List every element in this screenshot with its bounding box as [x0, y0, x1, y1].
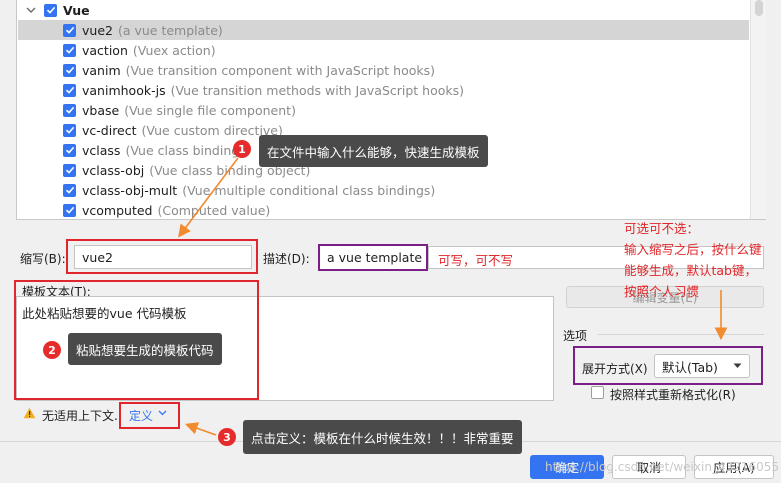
annotation-badge-3: 3 — [218, 428, 236, 446]
shortcut-note: 可选可不选： 输入缩写之后，按什么键 能够生成，默认tab键， 按照个人习惯 — [624, 218, 762, 302]
shortcut-note-line: 可选可不选： — [624, 221, 700, 236]
annotation-callout-2: 粘贴想要生成的模板代码 — [68, 333, 222, 365]
shortcut-note-line: 按照个人习惯 — [624, 284, 700, 299]
shortcut-note-line: 输入缩写之后，按什么键 — [624, 242, 762, 257]
arrow-1 — [178, 157, 239, 238]
shortcut-note-line: 能够生成，默认tab键， — [624, 263, 757, 278]
annotation-callout-1: 在文件中输入什么能够，快速生成模板 — [259, 135, 488, 167]
annotation-badge-1: 1 — [233, 140, 251, 158]
arrow-3 — [184, 422, 217, 436]
annotation-callout-3: 点击定义：模板在什么时候生效！！！非常重要 — [243, 420, 522, 454]
annotation-badge-2: 2 — [43, 341, 61, 359]
